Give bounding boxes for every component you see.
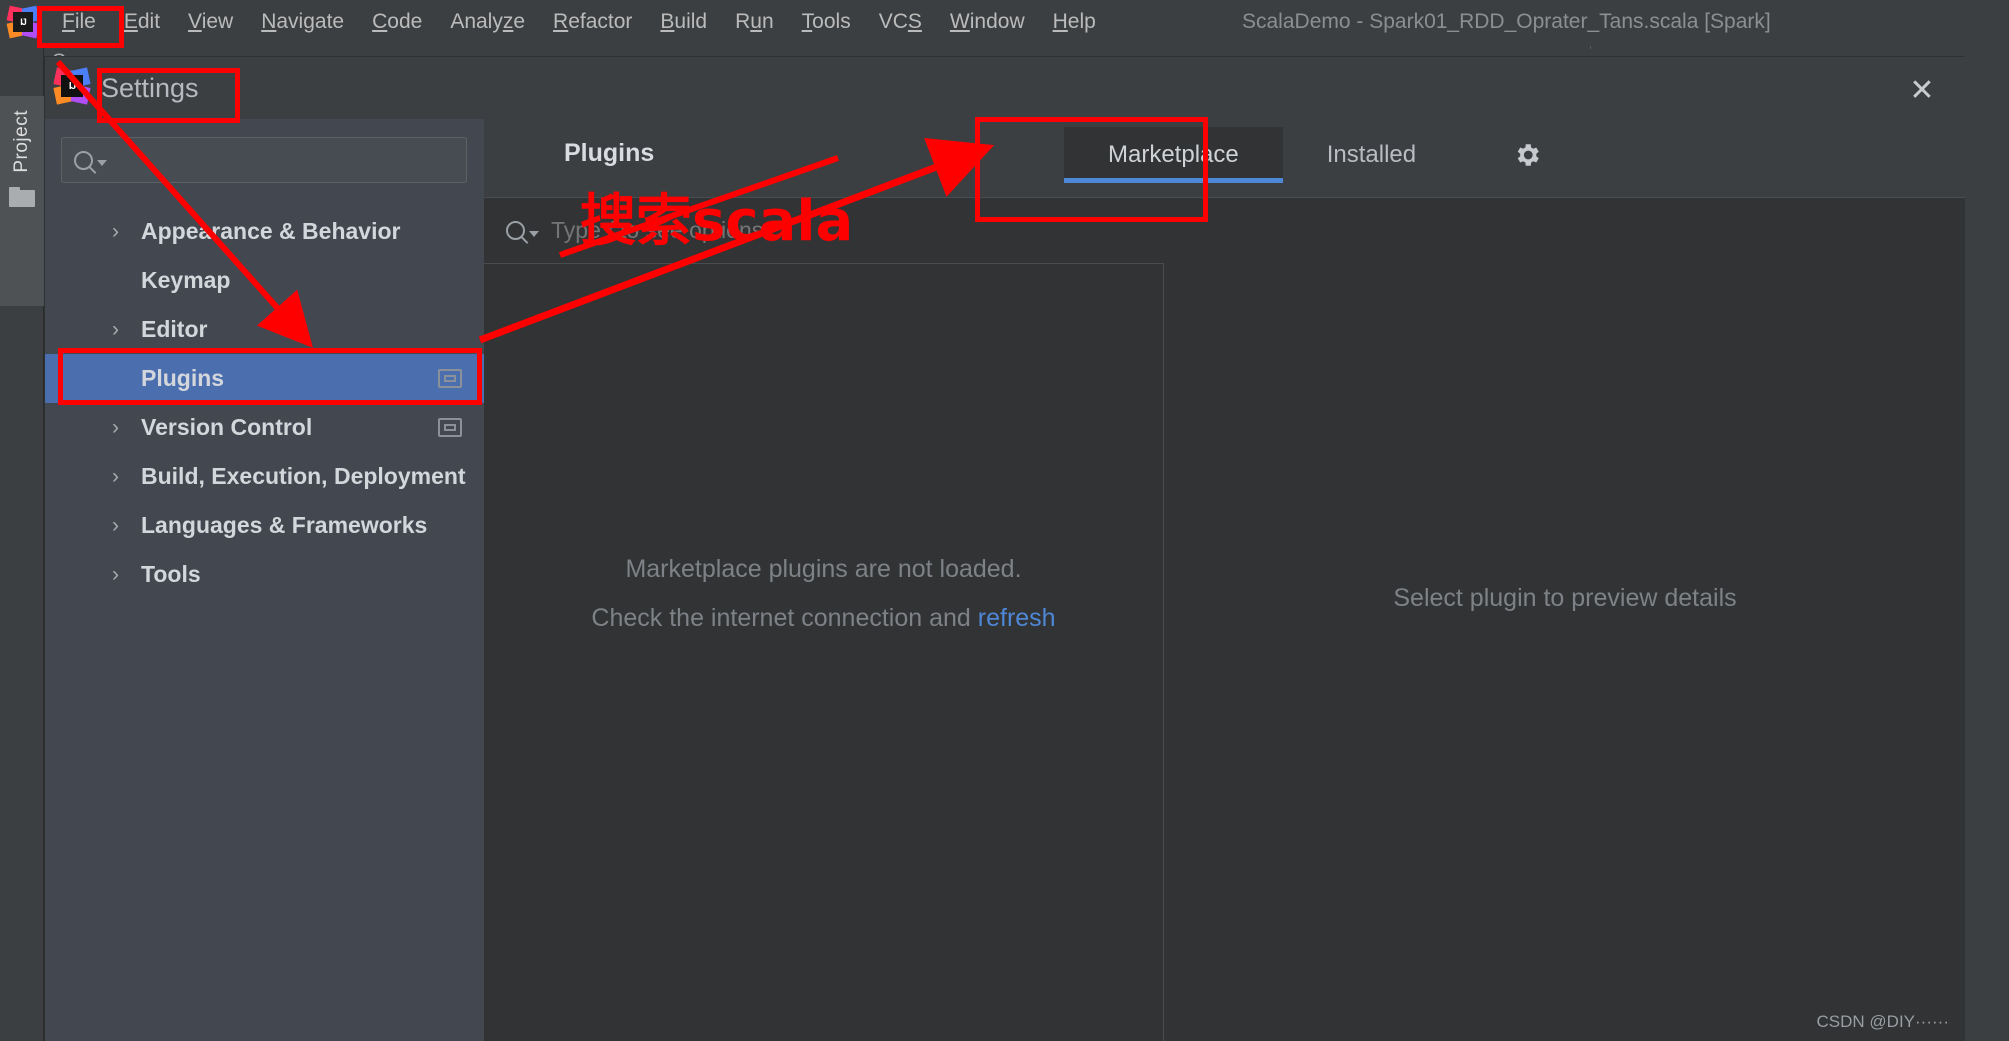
project-tool-label: Project — [11, 110, 32, 173]
search-icon — [506, 221, 525, 240]
menu-help[interactable]: Help — [1039, 6, 1110, 38]
tree-item-label: Version Control — [141, 414, 313, 440]
folder-icon — [9, 186, 35, 207]
plugin-search-box[interactable] — [484, 198, 1164, 264]
tree-item-label: Tools — [141, 561, 201, 587]
settings-search-box[interactable] — [61, 137, 467, 183]
chevron-right-icon: › — [112, 415, 119, 439]
chevron-right-icon: › — [112, 562, 119, 586]
menu-refactor[interactable]: Refactor — [539, 6, 646, 38]
dialog-title: Settings — [101, 73, 199, 103]
menu-code[interactable]: Code — [358, 6, 436, 38]
chevron-down-icon — [97, 160, 107, 166]
menu-navigate[interactable]: Navigate — [247, 6, 358, 38]
logo-core-text: IJ — [13, 12, 33, 32]
plugins-pane: Plugins Marketplace Installed Type / to … — [484, 119, 1965, 1041]
bundled-plugins-badge-icon — [438, 369, 462, 388]
tree-item-plugins[interactable]: Plugins — [45, 354, 484, 403]
empty-state-line2: Check the internet connection and refres… — [591, 604, 1055, 633]
tree-item-label: Plugins — [141, 365, 225, 391]
sidebar-item-project[interactable]: Project — [0, 96, 44, 306]
plugin-search-input[interactable] — [551, 217, 1051, 244]
detail-placeholder: Select plugin to preview details — [1393, 584, 1737, 612]
tree-item-label: Editor — [141, 316, 208, 342]
chevron-down-icon — [529, 230, 539, 237]
menu-bar: IJ File Edit View Navigate Code Analyze … — [0, 0, 2009, 44]
menu-vcs[interactable]: VCS — [865, 6, 936, 38]
chevron-right-icon: › — [112, 513, 119, 537]
refresh-link[interactable]: refresh — [978, 604, 1056, 632]
tree-item-editor[interactable]: › Editor — [45, 305, 484, 354]
tree-item-keymap[interactable]: Keymap — [45, 256, 484, 305]
tree-item-label: Build, Execution, Deployment — [141, 463, 466, 489]
tree-item-appearance-behavior[interactable]: › Appearance & Behavior — [45, 207, 484, 256]
tool-window-strip: Project — [0, 44, 44, 1041]
plugins-tabs: Marketplace Installed — [1064, 127, 1542, 183]
chevron-right-icon: › — [112, 464, 119, 488]
settings-dialog: IJ Settings ✕ › Appearance & Behavior Ke… — [44, 56, 1965, 1041]
chevron-right-icon: › — [112, 317, 119, 341]
menu-build[interactable]: Build — [646, 6, 721, 38]
menu-window[interactable]: Window — [936, 6, 1039, 38]
watermark: CSDN @DIY······ — [1816, 1012, 1949, 1031]
plugin-detail-pane: Select plugin to preview details — [1165, 264, 1965, 1041]
menu-tools[interactable]: Tools — [788, 6, 865, 38]
plugins-header: Plugins Marketplace Installed — [484, 119, 1965, 197]
page-title: Plugins — [564, 139, 655, 167]
menu-analyze[interactable]: Analyze — [436, 6, 539, 38]
chevron-right-icon: › — [112, 219, 119, 243]
settings-tree-pane: › Appearance & Behavior Keymap › Editor … — [45, 119, 484, 1041]
settings-search-input[interactable] — [117, 149, 447, 171]
search-icon — [74, 150, 93, 170]
tree-item-build-execution-deployment[interactable]: › Build, Execution, Deployment — [45, 452, 484, 501]
menu-edit[interactable]: Edit — [110, 6, 174, 38]
screen-root: Sc Project IJ File Edit View Navigate Co… — [0, 0, 2009, 1041]
intellij-logo-icon: IJ — [6, 5, 40, 39]
tab-installed[interactable]: Installed — [1283, 127, 1460, 183]
menu-view[interactable]: View — [174, 6, 247, 38]
menu-file[interactable]: File — [48, 6, 110, 38]
tree-item-label: Languages & Frameworks — [141, 512, 428, 538]
dialog-header: IJ Settings ✕ — [45, 57, 1965, 119]
empty-state-line1: Marketplace plugins are not loaded. — [625, 554, 1022, 583]
dialog-app-icon: IJ — [53, 67, 91, 105]
tree-item-label: Appearance & Behavior — [141, 218, 401, 244]
bundled-plugins-badge-icon — [438, 418, 462, 437]
tree-item-version-control[interactable]: › Version Control — [45, 403, 484, 452]
empty-state-line2-prefix: Check the internet connection and — [591, 603, 978, 632]
plugin-list-empty-state: Marketplace plugins are not loaded. Chec… — [484, 264, 1164, 1041]
tree-item-languages-frameworks[interactable]: › Languages & Frameworks — [45, 501, 484, 550]
tree-item-label: Keymap — [141, 267, 231, 293]
tabstrip-divider — [1590, 46, 1591, 49]
window-title: ScalaDemo - Spark01_RDD_Oprater_Tans.sca… — [1242, 10, 1771, 33]
tab-marketplace[interactable]: Marketplace — [1064, 127, 1283, 183]
gear-icon[interactable] — [1512, 140, 1542, 170]
dialog-logo-core-text: IJ — [61, 75, 83, 97]
close-icon[interactable]: ✕ — [1901, 69, 1943, 111]
tree-item-tools[interactable]: › Tools — [45, 550, 484, 599]
menu-run[interactable]: Run — [721, 6, 788, 38]
plugins-body: Marketplace plugins are not loaded. Chec… — [484, 197, 1965, 1041]
settings-tree: › Appearance & Behavior Keymap › Editor … — [45, 207, 484, 599]
